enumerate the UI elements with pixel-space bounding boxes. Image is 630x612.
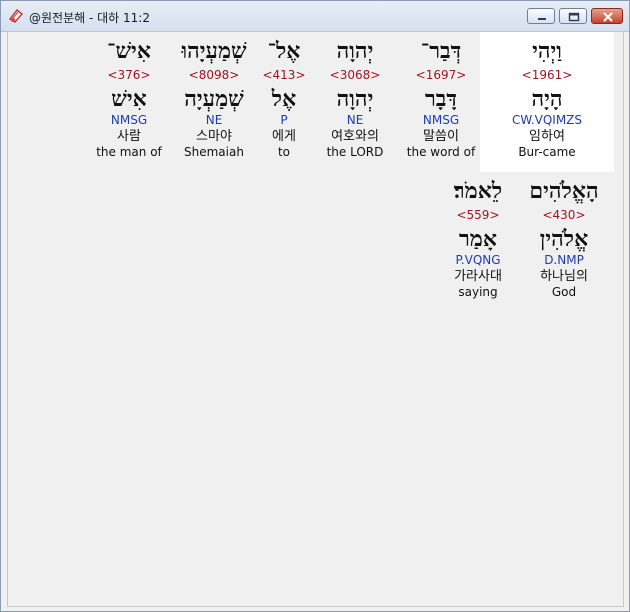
close-icon <box>603 12 613 22</box>
strong-number[interactable]: <559> <box>434 207 522 223</box>
hebrew-word: שְׁמַעְיָהוּ <box>181 38 247 64</box>
bible-app-icon <box>8 8 24 24</box>
hebrew-word: דְּבַר־ <box>420 38 462 64</box>
maximize-button[interactable] <box>559 8 587 24</box>
word-devar[interactable]: דְּבַר־ <1697> דָּבָר NMSG 말씀이 the word … <box>402 38 480 160</box>
hebrew-word: וַיְהִי <box>532 38 562 64</box>
strong-number[interactable]: <1697> <box>402 67 480 83</box>
word-vayehi[interactable]: וַיְהִי <1961> הָיָה CW.VQIMZS 임하여 Bur-c… <box>480 38 614 160</box>
hebrew-word: אֶל־ <box>267 38 301 64</box>
parsing-code: CW.VQIMZS <box>511 113 583 127</box>
hebrew-lemma: אָמַר <box>459 226 497 252</box>
parsing-code: NMSG <box>110 113 148 127</box>
hebrew-lemma: אִישׁ <box>111 86 147 112</box>
app-window: @원전분해 - 대하 11:2 וַיְהִי <1961> הָיָה CW.… <box>0 0 630 612</box>
word-el[interactable]: אֶל־ <413> אֶל P 에게 to <box>260 38 308 160</box>
parsing-code: D.NMP <box>544 253 584 267</box>
interlinear-pane: וַיְהִי <1961> הָיָה CW.VQIMZS 임하여 Bur-c… <box>7 31 624 607</box>
korean-gloss: 사람 <box>117 129 141 144</box>
hebrew-lemma: שְׁמַעְיָה <box>184 86 244 112</box>
title-bar[interactable]: @원전분해 - 대하 11:2 <box>1 1 629 32</box>
english-gloss: God <box>551 285 577 299</box>
strong-number[interactable]: <413> <box>260 67 308 83</box>
english-gloss: Bur-came <box>518 145 576 159</box>
english-gloss: the LORD <box>326 145 384 159</box>
maximize-icon <box>568 12 580 22</box>
parsing-code: NE <box>346 113 364 127</box>
minimize-icon <box>538 18 546 20</box>
strong-number[interactable]: <8098> <box>176 67 252 83</box>
korean-gloss: 가라사대 <box>454 269 502 284</box>
korean-gloss: 에게 <box>272 129 296 144</box>
hebrew-word: הָאֱלֹהִים <box>529 178 599 204</box>
korean-gloss: 여호와의 <box>331 129 379 144</box>
hebrew-lemma: אֶל <box>271 86 297 112</box>
word-ish[interactable]: אִישׁ־ <376> אִישׁ NMSG 사람 the man of <box>94 38 164 160</box>
korean-gloss: 스마야 <box>196 129 232 144</box>
strong-number[interactable]: <376> <box>94 67 164 83</box>
english-gloss: the word of <box>406 145 476 159</box>
parsing-code: P <box>280 113 288 127</box>
close-button[interactable] <box>591 8 623 24</box>
strong-number[interactable]: <1961> <box>480 67 614 83</box>
hebrew-lemma: יְהוָה <box>336 86 374 112</box>
korean-gloss: 하나님의 <box>540 269 588 284</box>
hebrew-word: לֵאמֹר׃ <box>453 178 503 204</box>
parsing-code: NMSG <box>422 113 460 127</box>
hebrew-lemma: דָּבָר <box>425 86 457 112</box>
word-haelohim[interactable]: הָאֱלֹהִים <430> אֱלֹהִין D.NMP 하나님의 God <box>514 178 614 300</box>
window-title: @원전분해 - 대하 11:2 <box>29 11 150 25</box>
word-shemaiah[interactable]: שְׁמַעְיָהוּ <8098> שְׁמַעְיָה NE 스마야 Sh… <box>176 38 252 160</box>
minimize-button[interactable] <box>527 8 555 24</box>
hebrew-word: יְהוָה <box>336 38 374 64</box>
parsing-code: P.VQNG <box>455 253 501 267</box>
english-gloss: to <box>277 145 291 159</box>
parsing-code: NE <box>205 113 223 127</box>
korean-gloss: 임하여 <box>529 129 565 144</box>
english-gloss: Shemaiah <box>184 145 244 159</box>
strong-number[interactable]: <3068> <box>320 67 390 83</box>
korean-gloss: 말씀이 <box>423 129 459 144</box>
strong-number[interactable]: <430> <box>514 207 614 223</box>
english-gloss: the man of <box>96 145 162 159</box>
word-lemor[interactable]: לֵאמֹר׃ <559> אָמַר P.VQNG 가라사대 saying <box>434 178 522 300</box>
english-gloss: saying <box>458 285 498 299</box>
hebrew-lemma: הָיָה <box>531 86 563 112</box>
word-yhwh[interactable]: יְהוָה <3068> יְהוָה NE 여호와의 the LORD <box>320 38 390 160</box>
hebrew-word: אִישׁ־ <box>107 38 151 64</box>
hebrew-lemma: אֱלֹהִין <box>539 226 589 252</box>
